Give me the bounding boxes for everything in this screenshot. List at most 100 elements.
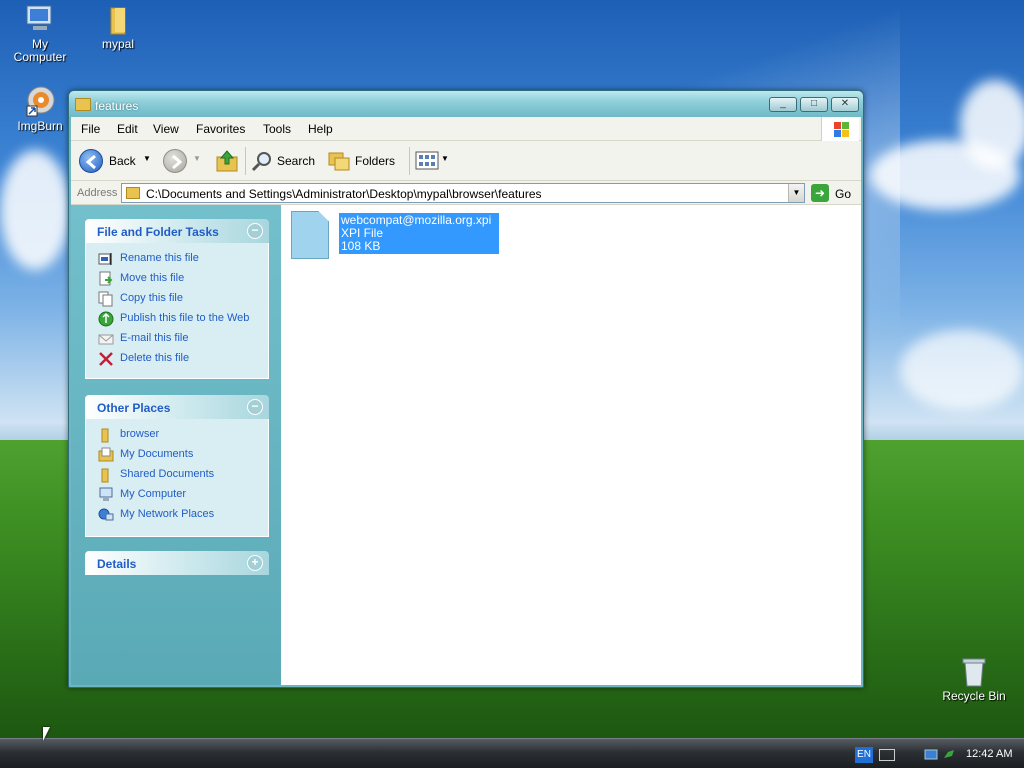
explorer-window: features _ □ ✕ File Edit View Favorites … [68,90,864,688]
folder-icon [75,98,91,111]
shared-folder-icon [101,468,109,483]
desktop-icon-my-computer[interactable]: My Computer [4,4,76,64]
task-label: Rename this file [120,252,199,264]
collapse-icon[interactable]: − [247,399,263,415]
clock[interactable]: 12:42 AM [966,748,1012,760]
folder-icon [101,428,109,443]
back-label: Back [109,154,136,168]
back-arrow-icon [79,149,103,173]
address-bar: Address C:\Documents and Settings\Admini… [71,181,861,205]
views-button[interactable]: ▼ [415,149,449,173]
place-shared-documents[interactable]: Shared Documents [86,465,268,485]
panel-title: File and Folder Tasks [97,225,219,239]
address-path: C:\Documents and Settings\Administrator\… [146,187,542,201]
desktop-icon-label: mypal [101,37,134,51]
maximize-button[interactable]: □ [800,97,828,112]
task-label: Move this file [120,272,185,284]
place-label: browser [120,428,160,440]
up-folder-icon [216,150,238,172]
network-tray-icon[interactable] [924,749,938,761]
desktop-icon-recycle-bin[interactable]: Recycle Bin [938,656,1010,703]
panel-header[interactable]: Details + [85,551,269,575]
menu-bar: File Edit View Favorites Tools Help [71,117,861,141]
task-move[interactable]: Move this file [86,269,268,289]
cloud [960,80,1024,170]
views-icon [415,151,439,170]
chevron-down-icon[interactable]: ▼ [193,154,201,163]
task-publish[interactable]: Publish this file to the Web [86,309,268,329]
forward-button[interactable]: ▼ [163,149,203,173]
search-button[interactable]: Search [251,149,321,173]
collapse-icon[interactable]: − [247,223,263,239]
security-tray-icon[interactable] [942,748,956,762]
task-copy[interactable]: Copy this file [86,289,268,309]
documents-icon [98,447,114,462]
move-icon [99,271,113,286]
menu-favorites[interactable]: Favorites [196,122,245,136]
details-panel: Details + [85,551,269,575]
place-browser[interactable]: browser [86,425,268,445]
keyboard-icon[interactable] [879,749,895,761]
up-folder-button[interactable] [213,149,239,173]
rename-icon [98,253,112,265]
menu-tools[interactable]: Tools [263,122,291,136]
place-label: My Documents [120,448,194,460]
task-label: Delete this file [120,352,190,364]
desktop-icon-mypal[interactable]: mypal [82,4,154,51]
task-label: E-mail this file [120,332,189,344]
address-dropdown-button[interactable]: ▼ [788,184,804,202]
desktop-icon-label: My Computer [13,37,67,64]
place-label: Shared Documents [120,468,215,480]
folder-icon [126,187,140,199]
toolbar: Back ▼ ▼ Search Folders ▼ [71,141,861,181]
email-icon [98,334,114,345]
task-pane: File and Folder Tasks − Rename this file… [71,205,281,685]
copy-icon [98,291,113,307]
panel-header[interactable]: File and Folder Tasks − [85,219,269,243]
recycle-bin-icon [957,656,991,688]
mouse-cursor [43,727,50,741]
expand-icon[interactable]: + [247,555,263,571]
network-icon [98,508,114,521]
search-icon [251,152,271,172]
computer-icon [23,4,57,36]
windows-logo-icon [821,117,859,141]
task-rename[interactable]: Rename this file [86,249,268,269]
close-button[interactable]: ✕ [831,97,859,112]
address-label: Address [77,187,118,199]
go-arrow-icon[interactable]: ➜ [811,184,829,202]
folders-button[interactable]: Folders [327,149,403,173]
search-label: Search [277,154,316,168]
panel-title: Other Places [97,401,171,415]
chevron-down-icon[interactable]: ▼ [143,154,151,163]
globe-icon [98,311,114,327]
title-bar[interactable]: features _ □ ✕ [69,91,863,117]
back-button[interactable]: Back ▼ [77,149,151,173]
place-label: My Computer [120,488,187,500]
go-button[interactable]: Go [835,187,851,201]
other-places-panel: Other Places − browser My Documents Shar… [85,395,269,537]
desktop-icon-label: Recycle Bin [942,689,1006,703]
task-label: Copy this file [120,292,183,304]
minimize-button[interactable]: _ [769,97,797,112]
task-delete[interactable]: Delete this file [86,349,268,369]
selected-file[interactable]: webcompat@mozilla.org.xpi XPI File 108 K… [339,213,499,254]
desktop-icon-imgburn[interactable]: ImgBurn [4,86,76,133]
menu-file[interactable]: File [81,122,100,136]
computer-icon [99,487,113,501]
language-indicator[interactable]: EN [855,747,873,763]
menu-help[interactable]: Help [308,122,333,136]
menu-edit[interactable]: Edit [117,122,138,136]
place-my-documents[interactable]: My Documents [86,445,268,465]
file-size: 108 KB [341,239,381,253]
panel-header[interactable]: Other Places − [85,395,269,419]
xpi-file-icon[interactable] [291,211,329,259]
cloud [0,150,70,270]
file-folder-tasks-panel: File and Folder Tasks − Rename this file… [85,219,269,379]
place-my-network-places[interactable]: My Network Places [86,505,268,525]
task-email[interactable]: E-mail this file [86,329,268,349]
menu-view[interactable]: View [153,122,179,136]
file-list-pane: webcompat@mozilla.org.xpi XPI File 108 K… [281,205,861,685]
place-my-computer[interactable]: My Computer [86,485,268,505]
address-input[interactable]: C:\Documents and Settings\Administrator\… [121,183,805,203]
